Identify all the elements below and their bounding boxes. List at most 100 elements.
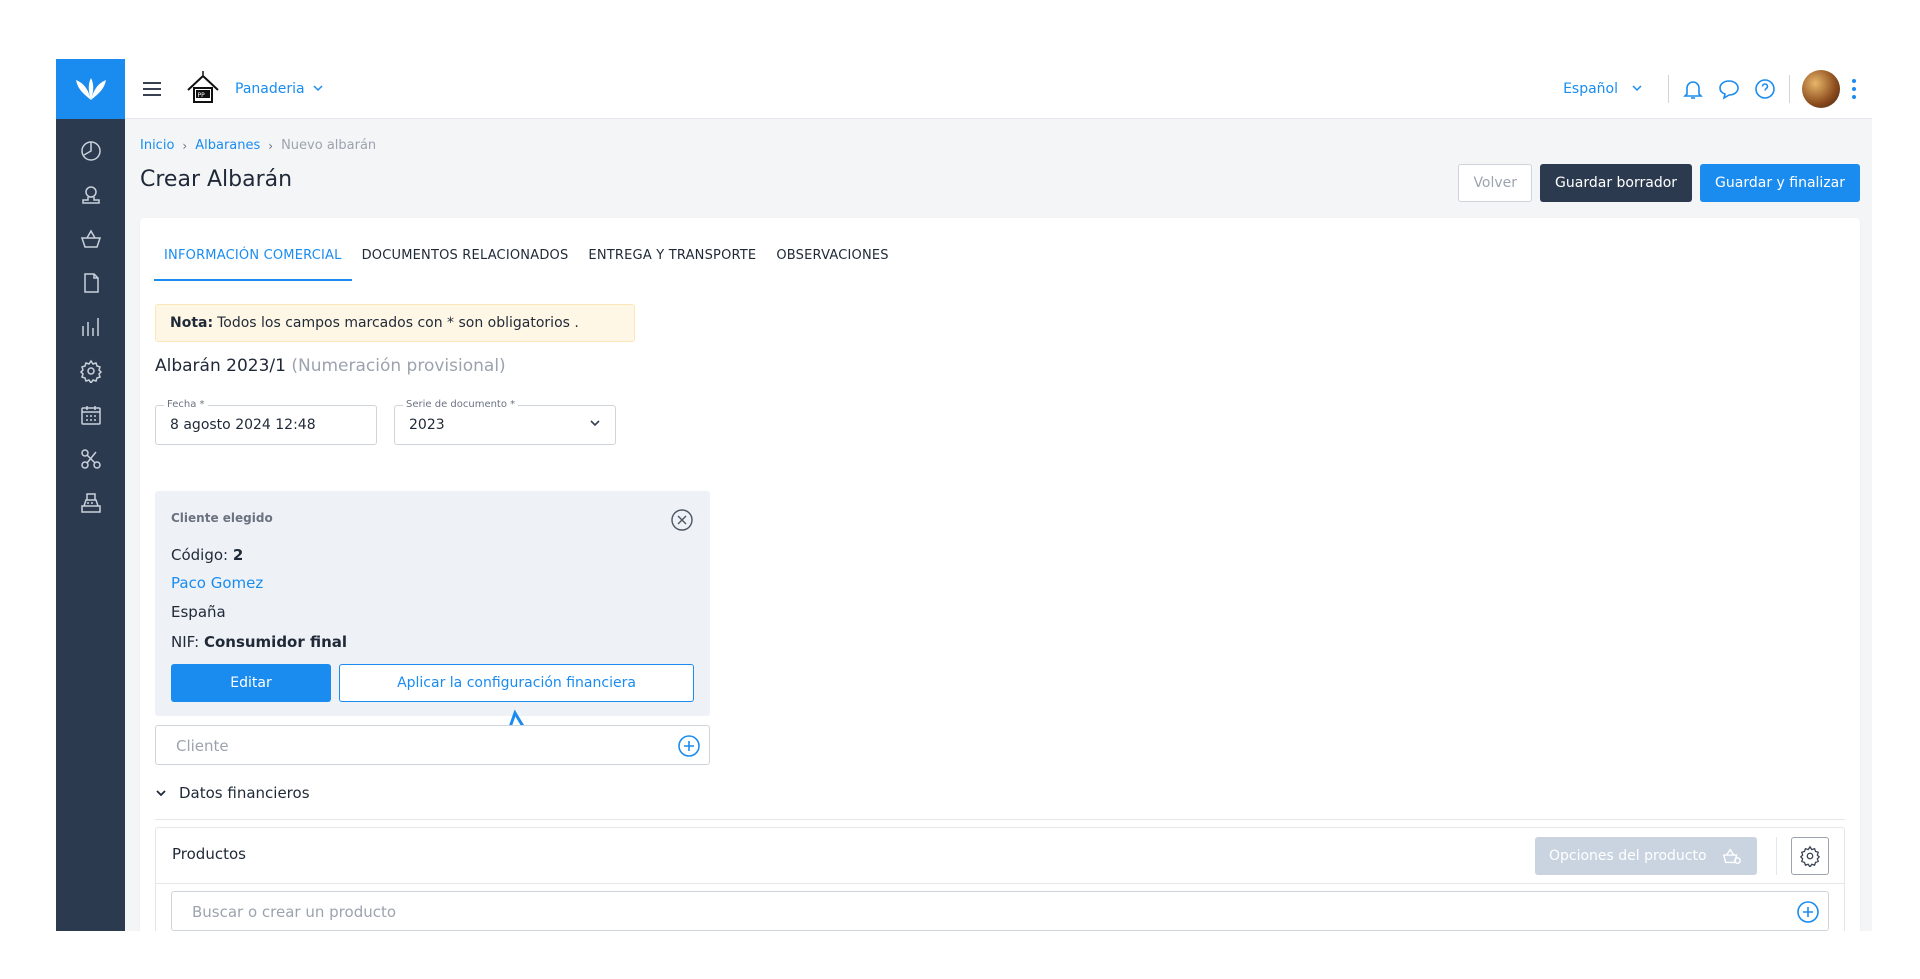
messages-button[interactable]: [1711, 71, 1747, 107]
main-card: INFORMACIÓN COMERCIAL DOCUMENTOS RELACIO…: [140, 218, 1860, 931]
sidebar-item-settings[interactable]: [56, 349, 125, 393]
sidebar-item-contacts[interactable]: [56, 173, 125, 217]
sidebar-item-pos[interactable]: [56, 481, 125, 525]
bell-icon: [1683, 80, 1703, 99]
svg-text:PP: PP: [198, 92, 206, 99]
app-logo[interactable]: [56, 59, 125, 119]
client-code-label: Código:: [171, 546, 229, 564]
note-label: Nota:: [170, 315, 214, 331]
page-actions: Volver Guardar borrador Guardar y finali…: [1458, 164, 1860, 202]
notifications-button[interactable]: [1675, 71, 1711, 107]
integrations-icon: [80, 449, 101, 469]
chevron-down-icon: [156, 790, 166, 797]
divider: [1789, 74, 1790, 103]
breadcrumb-current: Nuevo albarán: [281, 138, 377, 153]
cash-register-icon: [80, 493, 101, 513]
basket-icon: [80, 229, 101, 248]
client-code: Código: 2: [171, 546, 243, 564]
language-selector[interactable]: Español: [1563, 81, 1642, 97]
sidebar-item-integrations[interactable]: [56, 437, 125, 481]
client-nif-label: NIF:: [171, 633, 200, 651]
menu-toggle-button[interactable]: [143, 81, 161, 96]
client-name-link[interactable]: Paco Gomez: [171, 574, 263, 592]
add-circle-icon[interactable]: [1796, 900, 1820, 924]
gear-icon: [79, 359, 102, 383]
tab-commercial-info[interactable]: INFORMACIÓN COMERCIAL: [154, 238, 352, 281]
tab-observations[interactable]: OBSERVACIONES: [766, 238, 898, 281]
breadcrumb: Inicio › Albaranes › Nuevo albarán: [140, 138, 376, 153]
divider: [155, 819, 1845, 820]
sidebar-item-reports[interactable]: [56, 305, 125, 349]
add-circle-icon[interactable]: [677, 734, 701, 758]
sidebar-item-calendar[interactable]: [56, 393, 125, 437]
financial-data-toggle[interactable]: Datos financieros: [155, 784, 310, 802]
store-name: Panaderia: [235, 80, 305, 97]
basket-settings-icon: [1722, 848, 1741, 865]
hamburger-line: [143, 81, 161, 84]
kebab-dot: [1852, 78, 1856, 83]
breadcrumb-home-link[interactable]: Inicio: [140, 138, 174, 153]
tabs: INFORMACIÓN COMERCIAL DOCUMENTOS RELACIO…: [154, 238, 899, 281]
series-field-value: 2023: [409, 417, 445, 433]
help-icon: [1755, 78, 1775, 99]
page-title: Crear Albarán: [140, 167, 293, 192]
chevron-down-icon: [1632, 85, 1642, 92]
help-button[interactable]: [1747, 71, 1783, 107]
save-finish-button[interactable]: Guardar y finalizar: [1700, 164, 1860, 202]
calendar-icon: [80, 406, 101, 425]
kebab-dot: [1852, 94, 1856, 99]
date-field[interactable]: Fecha * 8 agosto 2024 12:48: [155, 399, 377, 445]
close-icon[interactable]: [670, 508, 694, 532]
divider: [1668, 74, 1669, 103]
user-icon: [81, 186, 100, 204]
breadcrumb-section-link[interactable]: Albaranes: [195, 138, 260, 153]
chevron-down-icon: [313, 85, 323, 92]
client-nif: NIF: Consumidor final: [171, 633, 347, 651]
breadcrumb-separator: ›: [182, 138, 188, 153]
product-options-label: Opciones del producto: [1549, 848, 1707, 864]
topbar-right: Español: [1563, 59, 1872, 119]
sidebar-item-dashboard[interactable]: [56, 129, 125, 173]
products-title: Productos: [172, 845, 246, 863]
date-field-label: Fecha *: [164, 399, 208, 410]
sidebar-item-documents[interactable]: [56, 261, 125, 305]
product-search-input[interactable]: Buscar o crear un producto: [171, 891, 1829, 931]
document-name: Albarán 2023/1: [155, 356, 286, 376]
series-select[interactable]: Serie de documento * 2023: [394, 399, 616, 445]
products-section: Productos Opciones del producto Buscar o…: [155, 827, 1845, 931]
tab-related-documents[interactable]: DOCUMENTOS RELACIONADOS: [352, 238, 579, 281]
product-settings-button[interactable]: [1791, 837, 1829, 875]
client-country: España: [171, 603, 226, 621]
language-label: Español: [1563, 80, 1618, 97]
save-draft-button[interactable]: Guardar borrador: [1540, 164, 1693, 202]
breadcrumb-separator: ›: [268, 138, 274, 153]
client-panel-title: Cliente elegido: [171, 511, 273, 525]
bakery-logo-icon: PP: [187, 70, 219, 103]
dashboard-icon: [80, 141, 101, 161]
required-fields-note: Nota: Todos los campos marcados con * so…: [155, 304, 635, 342]
back-button[interactable]: Volver: [1458, 164, 1533, 202]
edit-client-button[interactable]: Editar: [171, 664, 331, 702]
more-options-button[interactable]: [1852, 78, 1856, 99]
product-options-button: Opciones del producto: [1535, 837, 1757, 875]
sidebar: [56, 59, 125, 931]
client-search-input[interactable]: Cliente: [155, 725, 710, 765]
hamburger-line: [143, 87, 161, 90]
kebab-dot: [1852, 86, 1856, 91]
divider: [156, 883, 1844, 884]
divider: [1776, 837, 1777, 875]
document-provisional: (Numeración provisional): [291, 356, 506, 376]
financial-data-label: Datos financieros: [179, 784, 310, 802]
sidebar-item-sales[interactable]: [56, 217, 125, 261]
avatar[interactable]: [1802, 69, 1840, 108]
hamburger-line: [143, 93, 161, 96]
tab-delivery-transport[interactable]: ENTREGA Y TRANSPORTE: [578, 238, 766, 281]
brand-logo-icon: [75, 78, 106, 100]
store-selector[interactable]: Panaderia: [235, 81, 323, 97]
chat-icon: [1719, 79, 1739, 100]
note-text: Todos los campos marcados con * son obli…: [217, 315, 579, 331]
chart-icon: [81, 318, 99, 336]
topbar: PP Panaderia Español: [125, 59, 1872, 119]
apply-financial-config-button[interactable]: Aplicar la configuración financiera: [339, 664, 694, 702]
document-heading: Albarán 2023/1 (Numeración provisional): [155, 356, 506, 376]
